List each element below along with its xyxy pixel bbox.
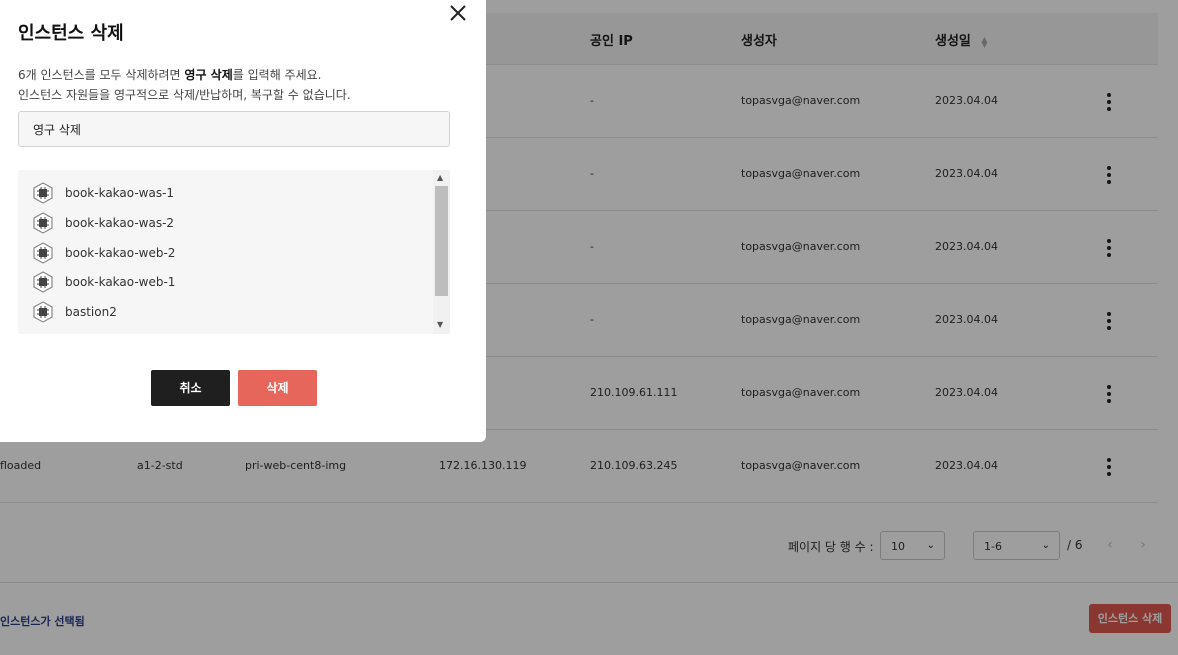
instance-chip-icon bbox=[32, 212, 54, 234]
desc-prefix: 6개 인스턴스를 모두 삭제하려면 bbox=[18, 68, 185, 82]
instance-name: book-kakao-web-2 bbox=[65, 245, 176, 260]
instance-name: book-kakao-was-1 bbox=[65, 186, 175, 200]
instance-name: book-kakao-was-2 bbox=[65, 215, 175, 230]
scroll-down-icon[interactable]: ▼ bbox=[437, 320, 443, 329]
dialog-description-line1: 6개 인스턴스를 모두 삭제하려면 영구 삭제를 입력해 주세요. bbox=[18, 66, 322, 83]
cancel-button[interactable]: 취소 bbox=[151, 370, 230, 406]
delete-button[interactable]: 삭제 bbox=[238, 370, 317, 406]
instance-chip-icon bbox=[32, 301, 54, 323]
instance-chip-icon bbox=[32, 271, 54, 294]
list-scrollbar[interactable]: ▲ ▼ bbox=[433, 170, 450, 334]
scroll-up-icon[interactable]: ▲ bbox=[437, 173, 443, 182]
scroll-thumb[interactable] bbox=[435, 186, 448, 296]
instance-list[interactable]: book-kakao-was-1 book-kakao-was-2 book-kak… bbox=[18, 170, 450, 334]
confirm-delete-input[interactable] bbox=[18, 111, 450, 147]
dialog-title: 인스턴스 삭제 bbox=[18, 23, 124, 44]
delete-instance-dialog: 인스턴스 삭제 6개 인스턴스를 모두 삭제하려면 영구 삭제를 입력해 주세요… bbox=[0, 0, 486, 442]
dialog-description-line2: 인스턴스 자원들을 영구적으로 삭제/반납하며, 복구할 수 없습니다. bbox=[18, 88, 351, 102]
instance-name: book-kakao-web-1 bbox=[65, 275, 176, 290]
instance-name: bastion2 bbox=[65, 305, 117, 320]
desc-keyword: 영구 삭제 bbox=[184, 68, 233, 82]
instance-chip-icon bbox=[32, 182, 54, 204]
desc-suffix: 를 입력해 주세요. bbox=[232, 68, 322, 82]
close-icon[interactable] bbox=[447, 2, 469, 24]
instance-chip-icon bbox=[32, 241, 54, 264]
